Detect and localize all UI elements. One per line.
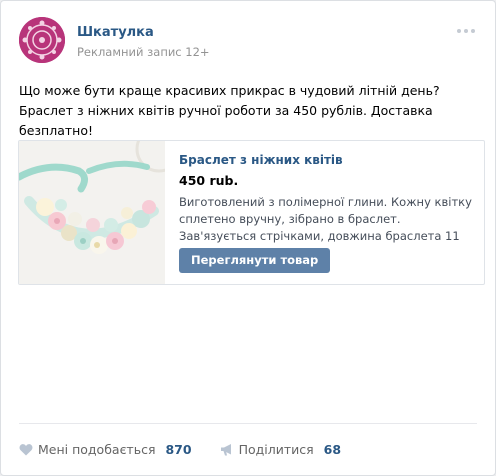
post-actions: Мені подобається 870 Поділитися 68 (19, 439, 369, 459)
flower-bracelet-image (19, 141, 183, 284)
product-image[interactable] (19, 141, 183, 284)
share-button[interactable]: Поділитися 68 (220, 442, 341, 457)
product-price: 450 rub. (179, 173, 239, 188)
share-label: Поділитися (238, 441, 314, 457)
post-card: Шкатулка Рекламний запис 12+ Що може бут… (0, 0, 496, 476)
author-name[interactable]: Шкатулка (77, 25, 154, 40)
like-label: Мені подобається (38, 441, 156, 457)
more-horizontal-icon[interactable] (457, 27, 477, 35)
view-product-button[interactable]: Переглянути товар (179, 248, 331, 273)
product-title[interactable]: Браслет з ніжних квітів (179, 153, 343, 167)
post-text: Що може бути краще красивих прикрас в чу… (19, 83, 440, 138)
post-header: Шкатулка Рекламний запис 12+ (19, 17, 477, 63)
ad-label: Рекламний запис 12+ (77, 45, 210, 59)
share-count: 68 (323, 441, 342, 457)
like-button[interactable]: Мені подобається 870 (19, 442, 192, 457)
product-info: Браслет з ніжних квітів 450 rub. Виготов… (179, 141, 476, 284)
like-count: 870 (165, 441, 192, 457)
ornament-logo-icon (19, 17, 65, 63)
footer-divider (19, 423, 477, 424)
heart-icon (19, 443, 33, 455)
product-card[interactable]: Браслет з ніжних квітів 450 rub. Виготов… (18, 140, 485, 285)
megaphone-icon (220, 443, 231, 455)
avatar[interactable] (19, 17, 65, 63)
